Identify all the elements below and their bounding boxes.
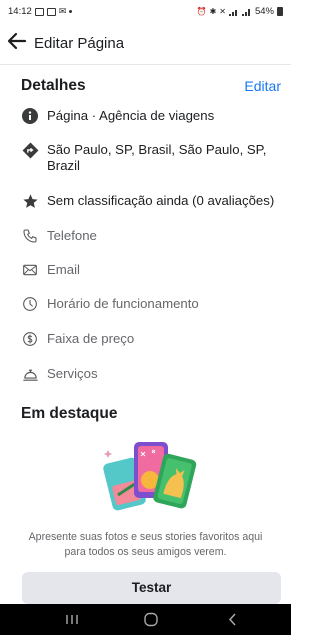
detail-text: Serviços [47,366,98,381]
phone-icon [21,227,39,245]
signal-icon [228,9,237,16]
signal-icon [241,8,250,16]
status-time: 14:12 [8,6,32,17]
mute-icon: ✕ [219,7,226,16]
directions-icon [21,141,39,159]
edit-link[interactable]: Editar [244,78,281,94]
back-button[interactable] [5,29,29,53]
details-heading: Detalhes [21,77,86,94]
detail-text: São Paulo, SP, Brasil, São Paulo, SP, Br… [47,142,267,173]
mail-icon: ✉ [58,6,67,16]
home-button[interactable] [121,604,181,635]
detail-text: Telefone [47,228,97,243]
recent-apps-icon [66,615,78,624]
back-icon [228,613,236,626]
featured-description: Apresente suas fotos e seus stories favo… [28,531,263,558]
navigation-bar [0,604,291,635]
service-bell-icon [21,365,39,383]
clock-icon [21,295,39,313]
battery-icon [277,7,283,16]
home-icon [144,612,158,627]
bluetooth-icon: ✱ [209,7,217,16]
alarm-icon: ⏰ [196,7,207,16]
system-back-button[interactable] [203,604,263,635]
featured-illustration [103,442,197,511]
status-bar: 14:12 ✉ ⏰ ✱ ✕ 54% [0,0,291,22]
detail-text: Email [47,262,80,277]
detail-text: Horário de funcionamento [47,296,199,311]
featured-heading: Em destaque [21,405,118,422]
app-bar: Editar Página [0,22,291,65]
arrow-left-icon [7,32,27,50]
battery-level: 54% [254,6,274,17]
try-button[interactable]: Testar [22,572,281,604]
gallery-icon [46,7,56,16]
detail-text: Sem classificação ainda (0 avaliações) [47,193,275,208]
email-icon [21,261,39,279]
dot-icon [69,10,73,13]
detail-text: Página · Agência de viagens [47,108,215,123]
info-icon [21,107,39,125]
page-title: Editar Página [34,35,125,52]
detail-text: Faixa de preço [47,331,135,346]
image-icon [34,7,44,16]
recent-apps-button[interactable] [42,604,102,635]
dollar-icon [21,330,39,348]
star-icon [21,192,39,210]
